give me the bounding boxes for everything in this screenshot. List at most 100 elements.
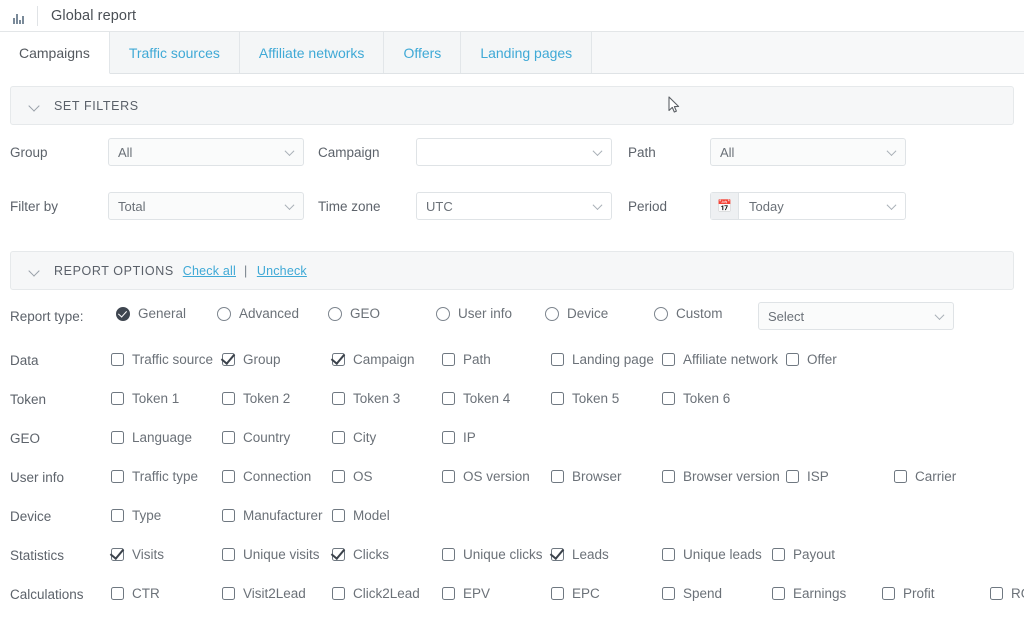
checkbox-unique-leads[interactable]: Unique leads <box>662 547 762 562</box>
report-type-advanced[interactable]: Advanced <box>217 306 299 321</box>
checkbox-payout[interactable]: Payout <box>772 547 835 562</box>
checkbox-clicks[interactable]: Clicks <box>332 547 389 562</box>
checkbox-icon[interactable] <box>786 470 799 483</box>
checkbox-icon[interactable] <box>442 431 455 444</box>
checkbox-browser-version[interactable]: Browser version <box>662 469 780 484</box>
checkbox-profit[interactable]: Profit <box>882 586 935 601</box>
checkbox-model[interactable]: Model <box>332 508 390 523</box>
checkbox-checked-icon[interactable] <box>222 353 235 366</box>
report-type-geo[interactable]: GEO <box>328 306 380 321</box>
checkbox-token-4[interactable]: Token 4 <box>442 391 510 406</box>
checkbox-affiliate-network[interactable]: Affiliate network <box>662 352 778 367</box>
checkbox-icon[interactable] <box>222 431 235 444</box>
checkbox-icon[interactable] <box>111 509 124 522</box>
checkbox-icon[interactable] <box>332 470 345 483</box>
checkbox-icon[interactable] <box>894 470 907 483</box>
checkbox-epv[interactable]: EPV <box>442 586 490 601</box>
checkbox-unique-visits[interactable]: Unique visits <box>222 547 320 562</box>
checkbox-icon[interactable] <box>551 392 564 405</box>
checkbox-icon[interactable] <box>772 548 785 561</box>
checkbox-browser[interactable]: Browser <box>551 469 622 484</box>
checkbox-icon[interactable] <box>222 587 235 600</box>
uncheck-link[interactable]: Uncheck <box>257 264 307 278</box>
checkbox-icon[interactable] <box>551 587 564 600</box>
checkbox-checked-icon[interactable] <box>332 353 345 366</box>
checkbox-icon[interactable] <box>222 548 235 561</box>
filter-by-select[interactable]: Total <box>108 192 304 220</box>
checkbox-icon[interactable] <box>111 470 124 483</box>
checkbox-landing-page[interactable]: Landing page <box>551 352 654 367</box>
custom-select[interactable]: Select <box>758 302 954 330</box>
checkbox-icon[interactable] <box>332 509 345 522</box>
checkbox-token-6[interactable]: Token 6 <box>662 391 730 406</box>
checkbox-icon[interactable] <box>442 587 455 600</box>
checkbox-icon[interactable] <box>442 392 455 405</box>
tab-landing-pages[interactable]: Landing pages <box>461 32 593 73</box>
checkbox-icon[interactable] <box>111 353 124 366</box>
checkbox-icon[interactable] <box>442 470 455 483</box>
report-type-user-info[interactable]: User info <box>436 306 512 321</box>
checkbox-roi[interactable]: ROI <box>990 586 1024 601</box>
checkbox-click2lead[interactable]: Click2Lead <box>332 586 420 601</box>
checkbox-icon[interactable] <box>111 431 124 444</box>
tab-affiliate-networks[interactable]: Affiliate networks <box>239 32 385 73</box>
checkbox-token-3[interactable]: Token 3 <box>332 391 400 406</box>
check-all-link[interactable]: Check all <box>183 264 236 278</box>
tab-offers[interactable]: Offers <box>384 32 462 73</box>
checkbox-icon[interactable] <box>990 587 1003 600</box>
checkbox-checked-icon[interactable] <box>111 548 124 561</box>
checkbox-icon[interactable] <box>332 392 345 405</box>
radio-icon[interactable] <box>436 306 450 321</box>
checkbox-city[interactable]: City <box>332 430 376 445</box>
checkbox-checked-icon[interactable] <box>551 548 564 561</box>
checkbox-icon[interactable] <box>111 587 124 600</box>
period-datepicker[interactable]: 📅 Today <box>710 192 906 220</box>
radio-icon[interactable] <box>545 306 559 321</box>
checkbox-path[interactable]: Path <box>442 352 491 367</box>
checkbox-icon[interactable] <box>662 587 675 600</box>
time-zone-select[interactable]: UTC <box>416 192 612 220</box>
checkbox-icon[interactable] <box>662 470 675 483</box>
checkbox-visits[interactable]: Visits <box>111 547 164 562</box>
checkbox-icon[interactable] <box>662 392 675 405</box>
set-filters-panel-header[interactable]: SET FILTERS <box>10 86 1014 125</box>
checkbox-language[interactable]: Language <box>111 430 192 445</box>
tab-campaigns[interactable]: Campaigns <box>0 32 110 74</box>
checkbox-icon[interactable] <box>332 587 345 600</box>
checkbox-spend[interactable]: Spend <box>662 586 722 601</box>
checkbox-icon[interactable] <box>772 587 785 600</box>
report-options-panel-header[interactable]: REPORT OPTIONS Check all | Uncheck <box>10 251 1014 290</box>
calendar-icon[interactable]: 📅 <box>711 193 739 219</box>
checkbox-unique-clicks[interactable]: Unique clicks <box>442 547 543 562</box>
checkbox-traffic-source[interactable]: Traffic source <box>111 352 213 367</box>
checkbox-os-version[interactable]: OS version <box>442 469 530 484</box>
report-type-custom[interactable]: Custom <box>654 306 723 321</box>
checkbox-carrier[interactable]: Carrier <box>894 469 956 484</box>
checkbox-manufacturer[interactable]: Manufacturer <box>222 508 323 523</box>
checkbox-icon[interactable] <box>111 392 124 405</box>
radio-checked-icon[interactable] <box>116 306 130 321</box>
checkbox-token-2[interactable]: Token 2 <box>222 391 290 406</box>
checkbox-os[interactable]: OS <box>332 469 373 484</box>
checkbox-icon[interactable] <box>551 353 564 366</box>
checkbox-traffic-type[interactable]: Traffic type <box>111 469 198 484</box>
report-type-device[interactable]: Device <box>545 306 608 321</box>
checkbox-icon[interactable] <box>222 509 235 522</box>
checkbox-earnings[interactable]: Earnings <box>772 586 846 601</box>
checkbox-epc[interactable]: EPC <box>551 586 600 601</box>
radio-icon[interactable] <box>654 306 668 321</box>
checkbox-icon[interactable] <box>222 392 235 405</box>
checkbox-icon[interactable] <box>662 353 675 366</box>
checkbox-campaign[interactable]: Campaign <box>332 352 415 367</box>
group-select[interactable]: All <box>108 138 304 166</box>
checkbox-visit2lead[interactable]: Visit2Lead <box>222 586 306 601</box>
checkbox-icon[interactable] <box>332 431 345 444</box>
checkbox-icon[interactable] <box>662 548 675 561</box>
checkbox-token-1[interactable]: Token 1 <box>111 391 179 406</box>
checkbox-icon[interactable] <box>882 587 895 600</box>
checkbox-ip[interactable]: IP <box>442 430 476 445</box>
checkbox-isp[interactable]: ISP <box>786 469 829 484</box>
radio-icon[interactable] <box>217 306 231 321</box>
campaign-select[interactable] <box>416 138 612 166</box>
checkbox-icon[interactable] <box>442 353 455 366</box>
